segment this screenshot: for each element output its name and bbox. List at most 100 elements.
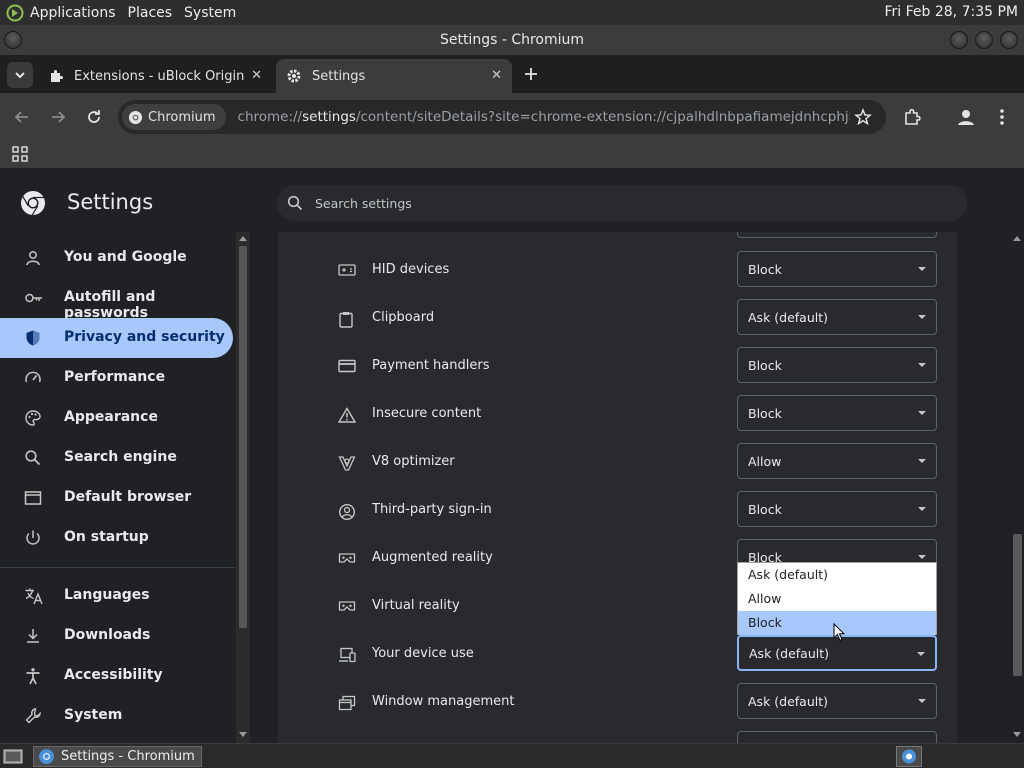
close-icon[interactable]: ✕	[251, 68, 262, 83]
permission-select[interactable]: Ask (default)	[737, 299, 937, 335]
caret-down-icon	[918, 363, 926, 367]
permission-select[interactable]: Ask (default)	[737, 683, 937, 719]
places-menu-label: Places	[127, 4, 173, 21]
sidebar-item-label: Performance	[64, 369, 166, 385]
show-desktop-button[interactable]	[3, 747, 23, 765]
profile-button[interactable]	[955, 106, 977, 128]
sidebar-item-default-browser[interactable]: Default browser	[0, 478, 233, 518]
sidebar-item-you-and-google[interactable]: You and Google	[0, 238, 233, 278]
maximize-button[interactable]	[975, 31, 993, 49]
select-value: Block	[748, 261, 782, 277]
arrow-left-icon	[14, 111, 28, 123]
translate-icon	[24, 587, 44, 605]
tab-settings[interactable]: Settings ✕	[276, 59, 512, 93]
desktop-top-panel: Applications Places System Fri Feb 28, 7…	[0, 0, 1024, 25]
tab-strip: Extensions - uBlock Origin ✕ Settings ✕	[0, 55, 1024, 93]
url-text[interactable]: chrome://settings/content/siteDetails?si…	[238, 109, 850, 125]
sidebar-item-accessibility[interactable]: Accessibility	[0, 656, 233, 696]
scroll-down-arrow[interactable]	[1013, 732, 1021, 737]
desktop-icon	[3, 749, 23, 764]
applications-menu-label: Applications	[30, 4, 116, 21]
sidebar-scroll-thumb[interactable]	[239, 246, 247, 628]
site-permissions-card: HID devices Block Clipboard Ask (default…	[278, 232, 957, 743]
sidebar-item-on-startup[interactable]: On startup	[0, 518, 233, 558]
applications-menu[interactable]: Applications	[0, 0, 122, 25]
permission-label: Payment handlers	[372, 358, 490, 373]
sidebar-item-languages[interactable]: Languages	[0, 576, 233, 616]
scroll-up-arrow[interactable]	[1013, 236, 1021, 241]
caret-down-icon	[917, 652, 925, 656]
caret-down-icon	[918, 507, 926, 511]
browser-menu-button[interactable]	[992, 106, 1012, 128]
reload-icon	[88, 110, 100, 123]
arrow-right-icon	[52, 111, 66, 123]
sidebar-item-appearance[interactable]: Appearance	[0, 398, 233, 438]
places-menu[interactable]: Places	[122, 0, 179, 25]
sidebar-item-system[interactable]: System	[0, 696, 233, 736]
clipboard-icon	[338, 311, 354, 328]
permission-select-partial[interactable]	[737, 232, 937, 238]
minimize-button[interactable]	[950, 31, 968, 49]
person-icon	[24, 249, 42, 267]
select-value: Ask (default)	[748, 693, 829, 709]
sidebar-item-label: On startup	[64, 529, 149, 545]
main-scroll-thumb[interactable]	[1013, 534, 1022, 676]
sidebar-item-label: System	[64, 707, 123, 723]
caret-down-icon	[918, 555, 926, 559]
sidebar-item-label: Downloads	[64, 627, 151, 643]
chromium-logo-icon	[38, 748, 55, 765]
permission-select[interactable]: Block	[737, 347, 937, 383]
permission-select[interactable]: Block	[737, 395, 937, 431]
permission-select[interactable]: Block	[737, 251, 937, 287]
close-icon[interactable]: ✕	[491, 68, 502, 83]
select-value: Allow	[748, 453, 782, 469]
permission-select[interactable]: Block	[737, 491, 937, 527]
sidebar-item-label: Languages	[64, 587, 150, 603]
dropdown-option-ask[interactable]: Ask (default)	[738, 563, 936, 587]
url-path: /content/siteDetails?site=chrome-extensi…	[355, 109, 850, 125]
plus-icon	[525, 68, 537, 80]
tray-chromium-icon[interactable]	[896, 746, 922, 767]
taskbar-item-chromium[interactable]: Settings - Chromium	[33, 746, 202, 767]
avatar-icon	[958, 110, 974, 125]
hid-device-icon	[338, 263, 356, 277]
close-window-button[interactable]	[1000, 31, 1018, 49]
forward-button[interactable]	[48, 107, 68, 127]
select-value: Ask (default)	[749, 645, 830, 661]
window-titlebar[interactable]: Settings - Chromium	[0, 25, 1024, 55]
v8-icon	[338, 455, 356, 471]
apps-shortcut-button[interactable]	[12, 146, 28, 162]
site-info-chip[interactable]: Chromium	[122, 104, 226, 130]
bookmarks-bar	[0, 141, 1024, 168]
search-input[interactable]	[313, 194, 913, 212]
permission-select-partial[interactable]	[737, 731, 937, 743]
tab-search-button[interactable]	[7, 62, 33, 88]
sidebar-item-autofill[interactable]: Autofill and passwords	[0, 278, 233, 321]
new-tab-button[interactable]	[520, 63, 542, 85]
permission-row-third-party-sign-in: Third-party sign-in Block	[278, 488, 957, 536]
scroll-up-arrow[interactable]	[239, 236, 247, 241]
settings-search-box[interactable]	[277, 185, 967, 221]
dropdown-option-allow[interactable]: Allow	[738, 587, 936, 611]
back-button[interactable]	[12, 107, 32, 127]
reload-button[interactable]	[84, 107, 104, 127]
select-value: Block	[748, 405, 782, 421]
account-circle-icon	[338, 503, 356, 521]
scroll-down-arrow[interactable]	[239, 732, 247, 737]
system-menu[interactable]: System	[178, 0, 242, 25]
select-value: Block	[748, 501, 782, 517]
tab-extensions[interactable]: Extensions - uBlock Origin ✕	[38, 59, 272, 93]
sidebar-item-privacy-and-security[interactable]: Privacy and security	[0, 318, 233, 358]
permission-select[interactable]: Allow	[737, 443, 937, 479]
panel-clock[interactable]: Fri Feb 28, 7:35 PM	[885, 4, 1019, 20]
address-bar[interactable]: Chromium chrome://settings/content/siteD…	[118, 100, 886, 134]
permission-row-v8-optimizer: V8 optimizer Allow	[278, 440, 957, 488]
bookmark-star-button[interactable]	[854, 108, 872, 126]
window-menu-button[interactable]	[4, 31, 22, 49]
extensions-button[interactable]	[902, 107, 922, 127]
sidebar-item-downloads[interactable]: Downloads	[0, 616, 233, 656]
card-icon	[338, 359, 356, 373]
sidebar-item-performance[interactable]: Performance	[0, 358, 233, 398]
sidebar-item-search-engine[interactable]: Search engine	[0, 438, 233, 478]
caret-down-icon	[918, 411, 926, 415]
